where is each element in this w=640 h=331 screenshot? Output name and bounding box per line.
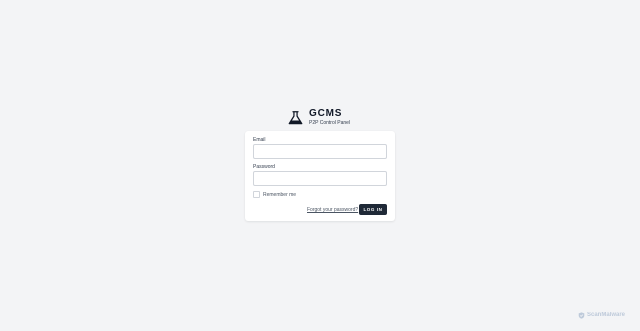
brand-title: GCMS — [309, 108, 343, 119]
login-card: Email Password Remember me Forgot your p… — [245, 131, 395, 221]
email-field[interactable] — [253, 144, 387, 159]
watermark: ScanMalware — [578, 312, 625, 319]
login-page: GCMS P2P Control Panel Email Password Re… — [0, 0, 640, 331]
remember-me-checkbox[interactable] — [253, 191, 260, 198]
password-field[interactable] — [253, 171, 387, 186]
flask-icon — [288, 110, 303, 124]
email-label: Email — [253, 137, 266, 143]
login-button[interactable]: LOG IN — [359, 204, 387, 215]
brand-header: GCMS P2P Control Panel — [288, 109, 350, 126]
password-label: Password — [253, 164, 275, 170]
forgot-password-link[interactable]: Forgot your password? — [307, 207, 358, 213]
brand-subtitle: P2P Control Panel — [309, 120, 351, 126]
remember-me[interactable]: Remember me — [253, 191, 296, 198]
remember-me-label[interactable]: Remember me — [263, 192, 296, 198]
watermark-text: ScanMalware — [587, 312, 626, 318]
brand-text: GCMS P2P Control Panel — [309, 108, 351, 127]
shield-icon — [578, 312, 585, 319]
